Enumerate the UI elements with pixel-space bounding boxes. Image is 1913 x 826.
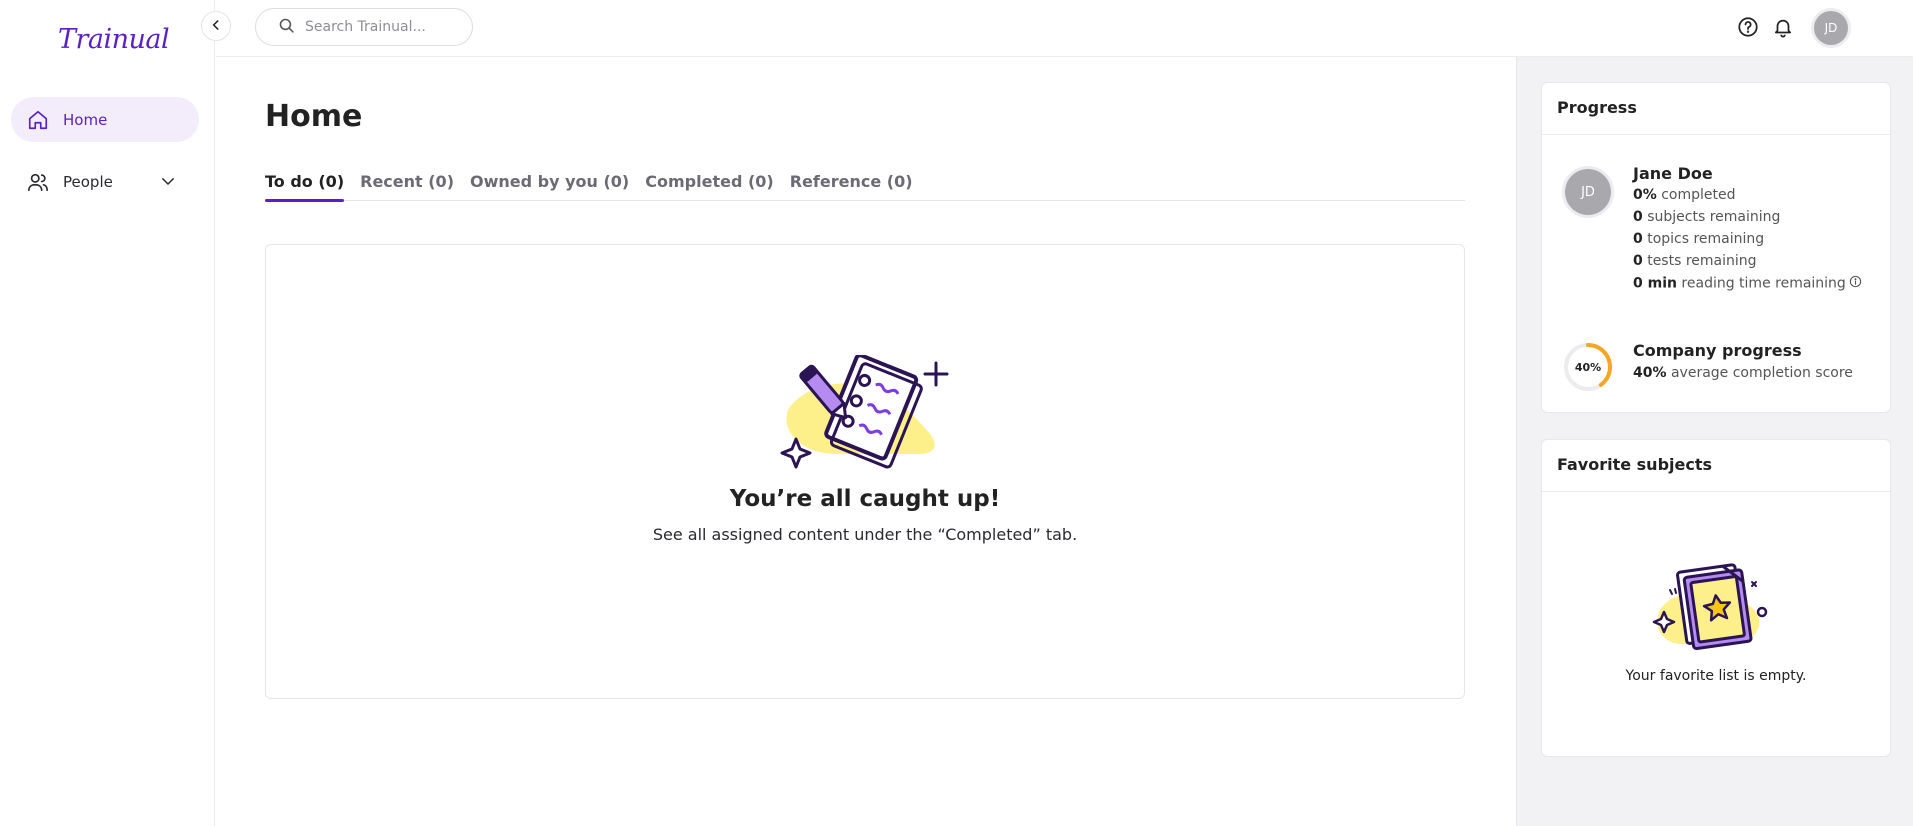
- empty-state-card: You’re all caught up! See all assigned c…: [265, 244, 1465, 699]
- stat-reading-time: 0 min reading time remaining: [1633, 275, 1862, 292]
- collapse-sidebar-button[interactable]: [201, 11, 231, 41]
- top-bar: JD: [216, 0, 1913, 57]
- tab-bar: To do (0) Recent (0) Owned by you (0) Co…: [265, 170, 1465, 202]
- stat-completed: 0% completed: [1633, 187, 1736, 203]
- empty-state-subtitle: See all assigned content under the “Comp…: [652, 525, 1078, 544]
- info-icon[interactable]: [1849, 275, 1862, 292]
- sidebar: Trainual Home People: [0, 0, 215, 826]
- search-input[interactable]: [305, 19, 465, 35]
- empty-state-title: You’re all caught up!: [729, 486, 1001, 512]
- tab-reference[interactable]: Reference (0): [790, 170, 913, 201]
- tab-completed[interactable]: Completed (0): [645, 170, 773, 201]
- sidebar-item-people[interactable]: People: [11, 159, 199, 204]
- stat-topics-remaining: 0 topics remaining: [1633, 231, 1765, 247]
- ring-label: 40%: [1575, 361, 1601, 374]
- sidebar-item-label: People: [63, 172, 113, 191]
- progress-card: Progress JD Jane Doe 0% completed 0 subj…: [1541, 82, 1891, 413]
- chevron-left-icon: [209, 17, 223, 36]
- company-progress-ring: 40%: [1562, 341, 1614, 397]
- favorites-heading: Favorite subjects: [1542, 440, 1890, 492]
- avatar: JD: [1565, 169, 1611, 215]
- sidebar-item-label: Home: [63, 110, 108, 129]
- user-avatar[interactable]: JD: [1814, 11, 1848, 45]
- trainual-logo[interactable]: Trainual: [58, 24, 170, 55]
- favorites-empty-text: Your favorite list is empty.: [1625, 668, 1807, 684]
- tab-owned-by-you[interactable]: Owned by you (0): [470, 170, 629, 201]
- chevron-down-icon[interactable]: [159, 172, 177, 194]
- stat-subjects-remaining: 0 subjects remaining: [1633, 209, 1781, 225]
- home-icon: [27, 109, 49, 131]
- user-name: Jane Doe: [1633, 164, 1713, 183]
- page-title: Home: [265, 99, 363, 134]
- favorite-star-illustration: [1652, 560, 1772, 659]
- favorites-card: Favorite subjects Your favorite list is …: [1541, 439, 1891, 757]
- people-icon: [27, 171, 49, 193]
- company-progress-title: Company progress: [1633, 341, 1802, 360]
- stat-tests-remaining: 0 tests remaining: [1633, 253, 1757, 269]
- help-icon[interactable]: [1736, 15, 1760, 39]
- sidebar-item-home[interactable]: Home: [11, 97, 199, 142]
- bell-icon[interactable]: [1771, 15, 1795, 39]
- company-progress-subtitle: 40% average completion score: [1633, 365, 1853, 381]
- tab-recent[interactable]: Recent (0): [360, 170, 454, 201]
- tab-to-do[interactable]: To do (0): [265, 170, 345, 202]
- checklist-illustration: [776, 353, 951, 474]
- search-icon: [278, 17, 295, 38]
- right-panel: Progress JD Jane Doe 0% completed 0 subj…: [1516, 57, 1913, 826]
- progress-heading: Progress: [1542, 83, 1890, 135]
- main-content: Home To do (0) Recent (0) Owned by you (…: [216, 57, 1516, 826]
- search-box[interactable]: [255, 8, 473, 46]
